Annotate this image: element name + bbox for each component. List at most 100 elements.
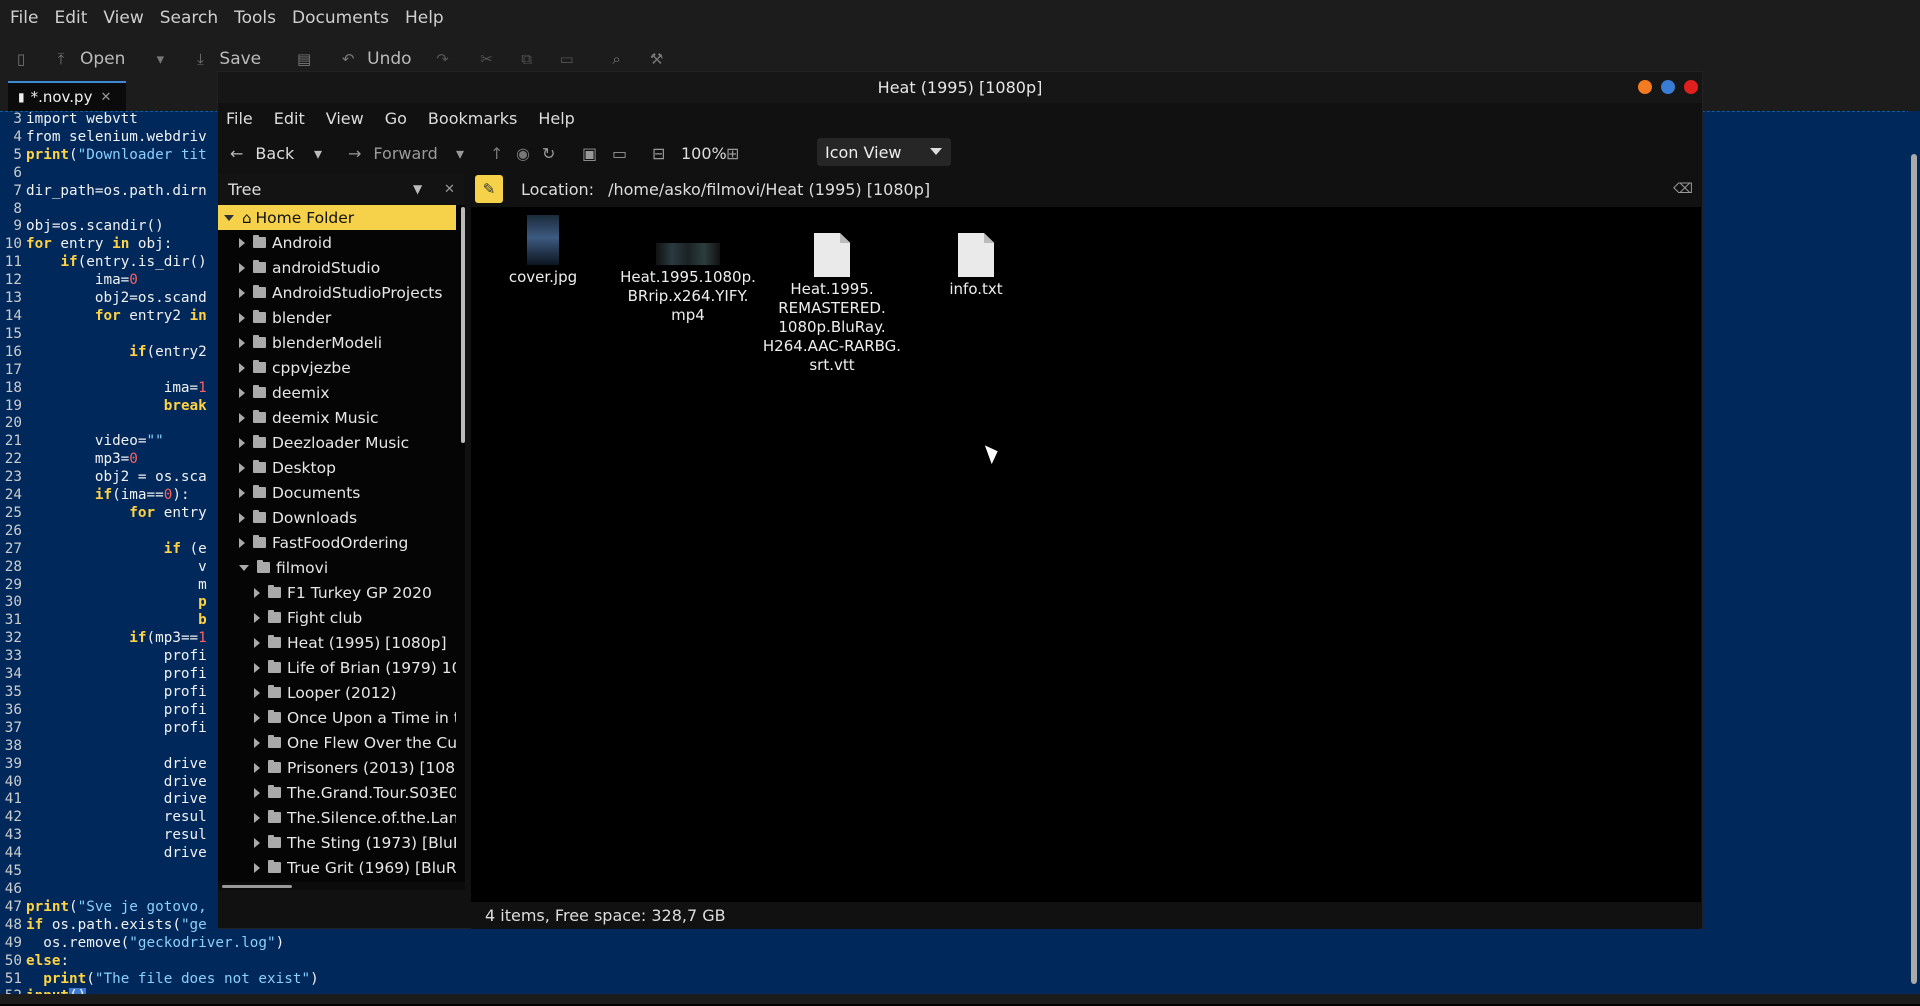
expander-closed-icon[interactable] xyxy=(254,712,260,723)
paste-button[interactable]: ▭ xyxy=(558,50,586,68)
computer-button[interactable]: ▭ xyxy=(612,133,627,173)
editor-scrollbar[interactable] xyxy=(1908,111,1920,994)
open-button[interactable]: ⤒ Open xyxy=(52,49,126,69)
expander-closed-icon[interactable] xyxy=(239,437,245,448)
tree-item[interactable]: Once Upon a Time in th xyxy=(218,705,456,730)
new-button[interactable]: ▯ xyxy=(12,50,40,68)
tree-item[interactable]: deemix Music xyxy=(218,405,456,430)
fm-menu-view[interactable]: View xyxy=(326,109,364,128)
expander-closed-icon[interactable] xyxy=(254,687,260,698)
sidebar-mode[interactable]: Tree xyxy=(228,180,261,199)
editor-menu-help[interactable]: Help xyxy=(405,8,444,28)
forward-history-dropdown[interactable]: ▾ xyxy=(456,133,464,173)
tree-item[interactable]: Android xyxy=(218,230,456,255)
view-mode-select[interactable]: Icon View xyxy=(817,138,951,166)
editor-menu-search[interactable]: Search xyxy=(160,8,218,28)
file-view[interactable]: cover.jpg Heat.1995.1080p. BRrip.x264.YI… xyxy=(471,207,1701,902)
expander-closed-icon[interactable] xyxy=(239,462,245,473)
find-button[interactable]: ⌕ xyxy=(608,50,636,68)
file-item[interactable]: Heat.1995.1080p. BRrip.x264.YIFY. mp4 xyxy=(618,215,758,325)
tree-item[interactable]: Heat (1995) [1080p] xyxy=(218,630,456,655)
tree-item[interactable]: cppvjezbe xyxy=(218,355,456,380)
expander-closed-icon[interactable] xyxy=(239,237,245,248)
editor-menu-view[interactable]: View xyxy=(103,8,143,28)
reload-button[interactable]: ↻ xyxy=(542,133,555,173)
expander-closed-icon[interactable] xyxy=(254,637,260,648)
expander-closed-icon[interactable] xyxy=(254,587,260,598)
expander-open-icon[interactable] xyxy=(224,214,234,221)
expander-closed-icon[interactable] xyxy=(254,737,260,748)
tree-item[interactable]: Fight club xyxy=(218,605,456,630)
tree-item[interactable]: blender xyxy=(218,305,456,330)
tree-scroll-thumb[interactable] xyxy=(461,207,465,443)
expander-closed-icon[interactable] xyxy=(254,787,260,798)
cut-button[interactable]: ✂ xyxy=(478,50,506,68)
tree-scrollbar[interactable] xyxy=(461,205,465,882)
save-button[interactable]: ⤓ Save xyxy=(191,49,261,69)
close-sidebar-icon[interactable]: ✕ xyxy=(444,182,455,197)
tree-item[interactable]: Documents xyxy=(218,480,456,505)
maximize-button[interactable] xyxy=(1661,80,1675,94)
tree-item[interactable]: filmovi xyxy=(218,555,456,580)
tree-item[interactable]: blenderModeli xyxy=(218,330,456,355)
back-history-dropdown[interactable]: ▾ xyxy=(314,133,322,173)
expander-closed-icon[interactable] xyxy=(254,612,260,623)
fm-menu-edit[interactable]: Edit xyxy=(274,109,305,128)
expander-closed-icon[interactable] xyxy=(254,837,260,848)
editor-scroll-thumb[interactable] xyxy=(1911,154,1917,984)
tree-item[interactable]: AndroidStudioProjects xyxy=(218,280,456,305)
redo-button[interactable]: ↷ xyxy=(434,50,462,68)
close-tab-icon[interactable]: ✕ xyxy=(100,90,111,105)
file-item[interactable]: Heat.1995. REMASTERED. 1080p.BluRay. H26… xyxy=(762,233,902,375)
tree-item[interactable]: The Sting (1973) [BluRa xyxy=(218,830,456,855)
file-item[interactable]: cover.jpg xyxy=(473,215,613,287)
print-button[interactable]: ▤ xyxy=(295,50,323,68)
expander-closed-icon[interactable] xyxy=(254,762,260,773)
tree-item[interactable]: Downloads xyxy=(218,505,456,530)
tree-item[interactable]: The.Grand.Tour.S03E01 xyxy=(218,780,456,805)
expander-closed-icon[interactable] xyxy=(254,812,260,823)
tree-item[interactable]: True Grit (1969) [BluRay xyxy=(218,855,456,880)
expander-closed-icon[interactable] xyxy=(254,662,260,673)
tree-hscroll-thumb[interactable] xyxy=(222,885,292,888)
replace-button[interactable]: ⚒ xyxy=(648,50,676,68)
editor-tab[interactable]: ▮ *.nov.py ✕ xyxy=(8,81,126,111)
expander-closed-icon[interactable] xyxy=(239,312,245,323)
sidebar-mode-dropdown-icon[interactable]: ▼ xyxy=(413,182,422,196)
editor-menu-documents[interactable]: Documents xyxy=(292,8,389,28)
tree-item[interactable]: Desktop xyxy=(218,455,456,480)
tree-item[interactable]: ⌂ Home Folder xyxy=(218,205,456,230)
minimize-button[interactable] xyxy=(1638,80,1652,94)
fm-menu-help[interactable]: Help xyxy=(538,109,574,128)
fm-menu-file[interactable]: File xyxy=(226,109,253,128)
tree-item[interactable]: FastFoodOrdering xyxy=(218,530,456,555)
expander-closed-icon[interactable] xyxy=(239,512,245,523)
expander-closed-icon[interactable] xyxy=(239,337,245,348)
edit-location-button[interactable]: ✎ xyxy=(475,175,503,203)
expander-closed-icon[interactable] xyxy=(239,537,245,548)
fm-menu-go[interactable]: Go xyxy=(385,109,407,128)
expander-closed-icon[interactable] xyxy=(239,487,245,498)
copy-button[interactable]: ⧉ xyxy=(518,50,546,68)
tree-item[interactable]: Life of Brian (1979) 108 xyxy=(218,655,456,680)
expander-closed-icon[interactable] xyxy=(254,862,260,873)
tree-item[interactable]: Looper (2012) xyxy=(218,680,456,705)
tree-item[interactable]: Deezloader Music xyxy=(218,430,456,455)
expander-open-icon[interactable] xyxy=(239,564,249,571)
zoom-out-button[interactable]: ⊟ xyxy=(652,133,665,173)
fm-menu-bookmarks[interactable]: Bookmarks xyxy=(428,109,517,128)
close-button[interactable] xyxy=(1684,80,1698,94)
expander-closed-icon[interactable] xyxy=(239,262,245,273)
tree-item[interactable]: androidStudio xyxy=(218,255,456,280)
home-button[interactable]: ▣ xyxy=(582,133,597,173)
expander-closed-icon[interactable] xyxy=(239,387,245,398)
editor-menu-tools[interactable]: Tools xyxy=(234,8,276,28)
up-button[interactable]: ↑ xyxy=(490,133,503,173)
editor-menu-edit[interactable]: Edit xyxy=(54,8,87,28)
expander-closed-icon[interactable] xyxy=(239,287,245,298)
expander-closed-icon[interactable] xyxy=(239,362,245,373)
undo-button[interactable]: ↶ Undo xyxy=(339,49,412,69)
forward-button[interactable]: → Forward xyxy=(348,133,438,173)
file-item[interactable]: info.txt xyxy=(906,233,1046,299)
window-titlebar[interactable]: Heat (1995) [1080p] xyxy=(218,72,1702,103)
